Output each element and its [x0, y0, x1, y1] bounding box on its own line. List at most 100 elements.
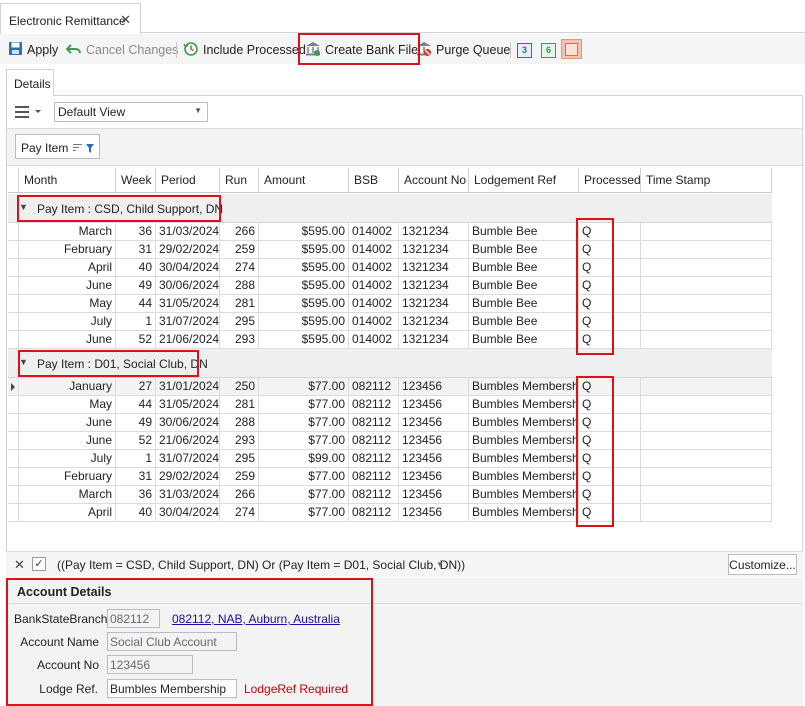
cell-amount[interactable]: $77.00	[259, 432, 349, 450]
cell-lodgement-ref[interactable]: Bumble Bee	[469, 313, 579, 331]
table-row[interactable]: June 52 21/06/2024 293 $595.00 014002 1321234 B…	[8, 331, 772, 349]
cell-time-stamp[interactable]	[641, 450, 772, 468]
column-header-processed[interactable]: Processed	[579, 168, 641, 193]
cell-run[interactable]: 266	[220, 486, 259, 504]
cell-bsb[interactable]: 082112	[349, 486, 399, 504]
table-row[interactable]: February 31 29/02/2024 259 $595.00 014002 1321…	[8, 241, 772, 259]
cell-week[interactable]: 44	[116, 295, 156, 313]
cell-week[interactable]: 1	[116, 313, 156, 331]
cell-amount[interactable]: $595.00	[259, 259, 349, 277]
row-indicator[interactable]	[8, 241, 19, 259]
menu-icon[interactable]	[14, 104, 42, 123]
row-indicator[interactable]	[8, 450, 19, 468]
cell-period[interactable]: 31/05/2024	[156, 396, 220, 414]
cell-amount[interactable]: $77.00	[259, 486, 349, 504]
cell-amount[interactable]: $99.00	[259, 450, 349, 468]
cell-lodgement-ref[interactable]: Bumble Bee	[469, 241, 579, 259]
cell-amount[interactable]: $595.00	[259, 331, 349, 349]
cell-bsb[interactable]: 014002	[349, 295, 399, 313]
cell-period[interactable]: 29/02/2024	[156, 241, 220, 259]
cell-period[interactable]: 31/05/2024	[156, 295, 220, 313]
cell-run[interactable]: 259	[220, 468, 259, 486]
cell-bsb[interactable]: 082112	[349, 504, 399, 522]
table-row[interactable]: April 40 30/04/2024 274 $595.00 014002 1321234…	[8, 259, 772, 277]
cell-period[interactable]: 30/04/2024	[156, 504, 220, 522]
cell-account-no[interactable]: 1321234	[399, 241, 469, 259]
cell-run[interactable]: 281	[220, 396, 259, 414]
cell-period[interactable]: 31/03/2024	[156, 486, 220, 504]
cell-week[interactable]: 40	[116, 504, 156, 522]
cell-week[interactable]: 27	[116, 378, 156, 396]
cell-amount[interactable]: $595.00	[259, 313, 349, 331]
cell-month[interactable]: February	[19, 241, 116, 259]
cell-run[interactable]: 266	[220, 223, 259, 241]
column-header-week[interactable]: Week	[116, 168, 156, 193]
row-indicator[interactable]	[8, 223, 19, 241]
cell-bsb[interactable]: 082112	[349, 378, 399, 396]
cell-run[interactable]: 293	[220, 331, 259, 349]
cell-bsb[interactable]: 082112	[349, 468, 399, 486]
column-header-period[interactable]: Period	[156, 168, 220, 193]
cell-time-stamp[interactable]	[641, 241, 772, 259]
cell-run[interactable]: 288	[220, 414, 259, 432]
column-header-time-stamp[interactable]: Time Stamp	[641, 168, 772, 193]
cell-period[interactable]: 30/06/2024	[156, 277, 220, 295]
table-row[interactable]: July 1 31/07/2024 295 $99.00 082112 123456 Bumb…	[8, 450, 772, 468]
table-row[interactable]: June 49 30/06/2024 288 $595.00 014002 1321234 B…	[8, 277, 772, 295]
cell-time-stamp[interactable]	[641, 378, 772, 396]
cell-month[interactable]: February	[19, 468, 116, 486]
cell-run[interactable]: 250	[220, 378, 259, 396]
apply-button[interactable]: Apply	[8, 41, 58, 59]
cell-month[interactable]: May	[19, 396, 116, 414]
cell-bsb[interactable]: 014002	[349, 259, 399, 277]
cell-week[interactable]: 49	[116, 414, 156, 432]
row-indicator[interactable]	[8, 277, 19, 295]
cell-month[interactable]: May	[19, 295, 116, 313]
cell-month[interactable]: June	[19, 432, 116, 450]
filter-enabled-checkbox[interactable]: ✓	[32, 557, 46, 571]
cell-period[interactable]: 30/06/2024	[156, 414, 220, 432]
cell-period[interactable]: 31/07/2024	[156, 313, 220, 331]
cell-time-stamp[interactable]	[641, 504, 772, 522]
column-header-run[interactable]: Run	[220, 168, 259, 193]
table-row[interactable]: April 40 30/04/2024 274 $77.00 082112 123456 Bu…	[8, 504, 772, 522]
cell-bsb[interactable]: 014002	[349, 313, 399, 331]
cell-week[interactable]: 1	[116, 450, 156, 468]
cell-week[interactable]: 49	[116, 277, 156, 295]
cell-lodgement-ref[interactable]: Bumbles Membership	[469, 450, 579, 468]
filter-icon[interactable]	[86, 142, 94, 156]
cell-account-no[interactable]: 123456	[399, 468, 469, 486]
cell-week[interactable]: 44	[116, 396, 156, 414]
cell-run[interactable]: 288	[220, 277, 259, 295]
cell-time-stamp[interactable]	[641, 223, 772, 241]
cell-account-no[interactable]: 123456	[399, 432, 469, 450]
close-icon[interactable]: ✕	[120, 12, 131, 28]
cell-lodgement-ref[interactable]: Bumbles Membership	[469, 378, 579, 396]
cell-month[interactable]: July	[19, 450, 116, 468]
cell-period[interactable]: 31/07/2024	[156, 450, 220, 468]
row-indicator[interactable]	[8, 259, 19, 277]
purge-queue-button[interactable]: Purge Queue	[416, 41, 510, 59]
cell-bsb[interactable]: 082112	[349, 414, 399, 432]
cell-week[interactable]: 52	[116, 432, 156, 450]
cell-run[interactable]: 293	[220, 432, 259, 450]
row-indicator[interactable]	[8, 295, 19, 313]
cell-time-stamp[interactable]	[641, 295, 772, 313]
cell-account-no[interactable]: 123456	[399, 450, 469, 468]
column-header-amount[interactable]: Amount	[259, 168, 349, 193]
sort-icon[interactable]	[73, 142, 83, 156]
cell-run[interactable]: 274	[220, 504, 259, 522]
cell-time-stamp[interactable]	[641, 432, 772, 450]
cell-period[interactable]: 31/03/2024	[156, 223, 220, 241]
group-row[interactable]: ▼ Pay Item : D01, Social Club, DN	[8, 349, 772, 378]
document-tab[interactable]: Electronic Remittance ✕	[0, 3, 141, 34]
column-header-bsb[interactable]: BSB	[349, 168, 399, 193]
cell-amount[interactable]: $595.00	[259, 223, 349, 241]
cell-week[interactable]: 40	[116, 259, 156, 277]
cell-time-stamp[interactable]	[641, 331, 772, 349]
cell-run[interactable]: 295	[220, 450, 259, 468]
cell-time-stamp[interactable]	[641, 414, 772, 432]
cell-lodgement-ref[interactable]: Bumble Bee	[469, 295, 579, 313]
cell-time-stamp[interactable]	[641, 313, 772, 331]
cell-bsb[interactable]: 082112	[349, 432, 399, 450]
